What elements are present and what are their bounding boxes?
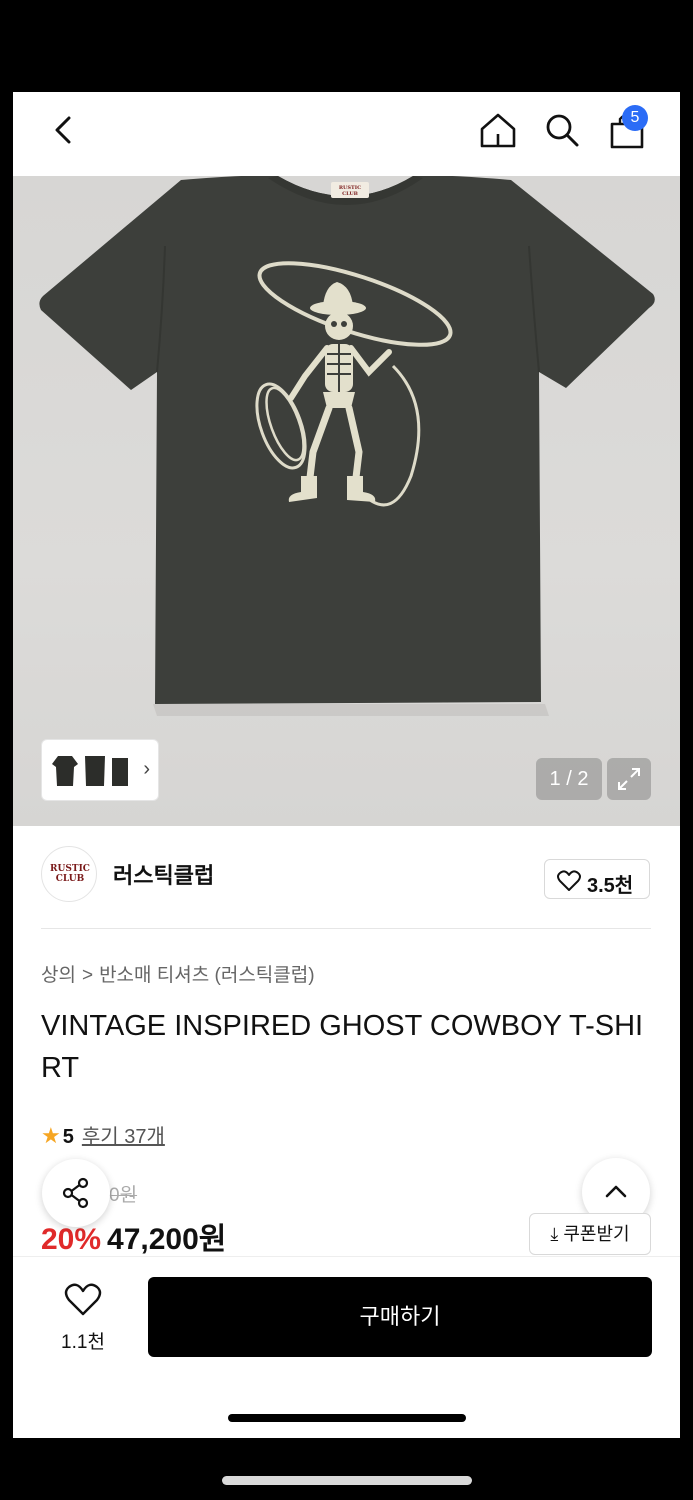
product-title: VINTAGE INSPIRED GHOST COWBOY T-SHIRT	[41, 1010, 644, 1084]
brand-like-count: 3.5천	[587, 875, 634, 897]
rating-score: 5	[62, 1126, 74, 1148]
brand-name[interactable]: 러스틱클럽	[113, 858, 214, 890]
product-image-gallery[interactable]: RUSTIC CLUB › 1 / 2	[13, 176, 680, 826]
heart-icon	[557, 870, 581, 891]
bottom-action-bar: 1.1천 구매하기	[13, 1256, 680, 1438]
outer-home-indicator	[222, 1476, 472, 1485]
thumbnail-strip[interactable]: ›	[41, 739, 159, 801]
discount-rate: 20%	[41, 1223, 102, 1256]
app-screen: 5 RUSTIC CLUB › 1 / 2 RUSTIC CLUB 러스틱클럽 …	[13, 92, 680, 1438]
breadcrumb-category[interactable]: 상의	[41, 965, 76, 986]
favorite-count: 1.1천	[61, 1332, 105, 1353]
share-button[interactable]	[42, 1159, 110, 1227]
share-icon	[62, 1177, 89, 1209]
expand-icon[interactable]	[607, 758, 651, 800]
home-indicator	[228, 1414, 466, 1422]
thumbnail-front[interactable]	[52, 752, 78, 788]
sale-price: 47,200원	[107, 1223, 227, 1256]
star-icon: ★	[41, 1123, 61, 1148]
search-icon[interactable]	[543, 112, 581, 148]
rating-row: ★ 5 후기 37개	[41, 1120, 165, 1149]
home-icon[interactable]	[479, 112, 517, 148]
original-price: 0원	[109, 1185, 138, 1206]
thumbnail-side[interactable]	[82, 752, 108, 788]
breadcrumb-separator: >	[81, 965, 94, 986]
cart-count-badge: 5	[622, 105, 648, 131]
back-arrow-icon[interactable]	[49, 112, 79, 148]
review-link[interactable]: 후기 37개	[82, 1126, 165, 1148]
brand-like-button[interactable]: 3.5천	[544, 859, 650, 899]
t-shirt-image: RUSTIC CLUB	[39, 176, 655, 716]
thumbnail-next-icon[interactable]: ›	[143, 758, 150, 781]
brand-logo[interactable]: RUSTIC CLUB	[41, 846, 97, 902]
breadcrumb: 상의 > 반소매 티셔츠 (러스틱클럽)	[41, 960, 315, 987]
breadcrumb-subcategory[interactable]: 반소매 티셔츠 (러스틱클럽)	[99, 965, 315, 986]
svg-text:CLUB: CLUB	[342, 191, 358, 197]
divider	[41, 928, 651, 929]
buy-button[interactable]: 구매하기	[148, 1277, 652, 1357]
favorite-button[interactable]: 1.1천	[51, 1281, 115, 1361]
thumbnail-back[interactable]	[110, 752, 130, 788]
top-bar: 5	[13, 92, 680, 176]
image-pager: 1 / 2	[536, 758, 602, 800]
brand-row[interactable]: RUSTIC CLUB 러스틱클럽 3.5천	[13, 826, 680, 930]
coupon-button[interactable]: ⤓ 쿠폰받기	[529, 1213, 651, 1255]
chevron-up-icon	[605, 1185, 627, 1198]
heart-icon	[64, 1283, 102, 1316]
